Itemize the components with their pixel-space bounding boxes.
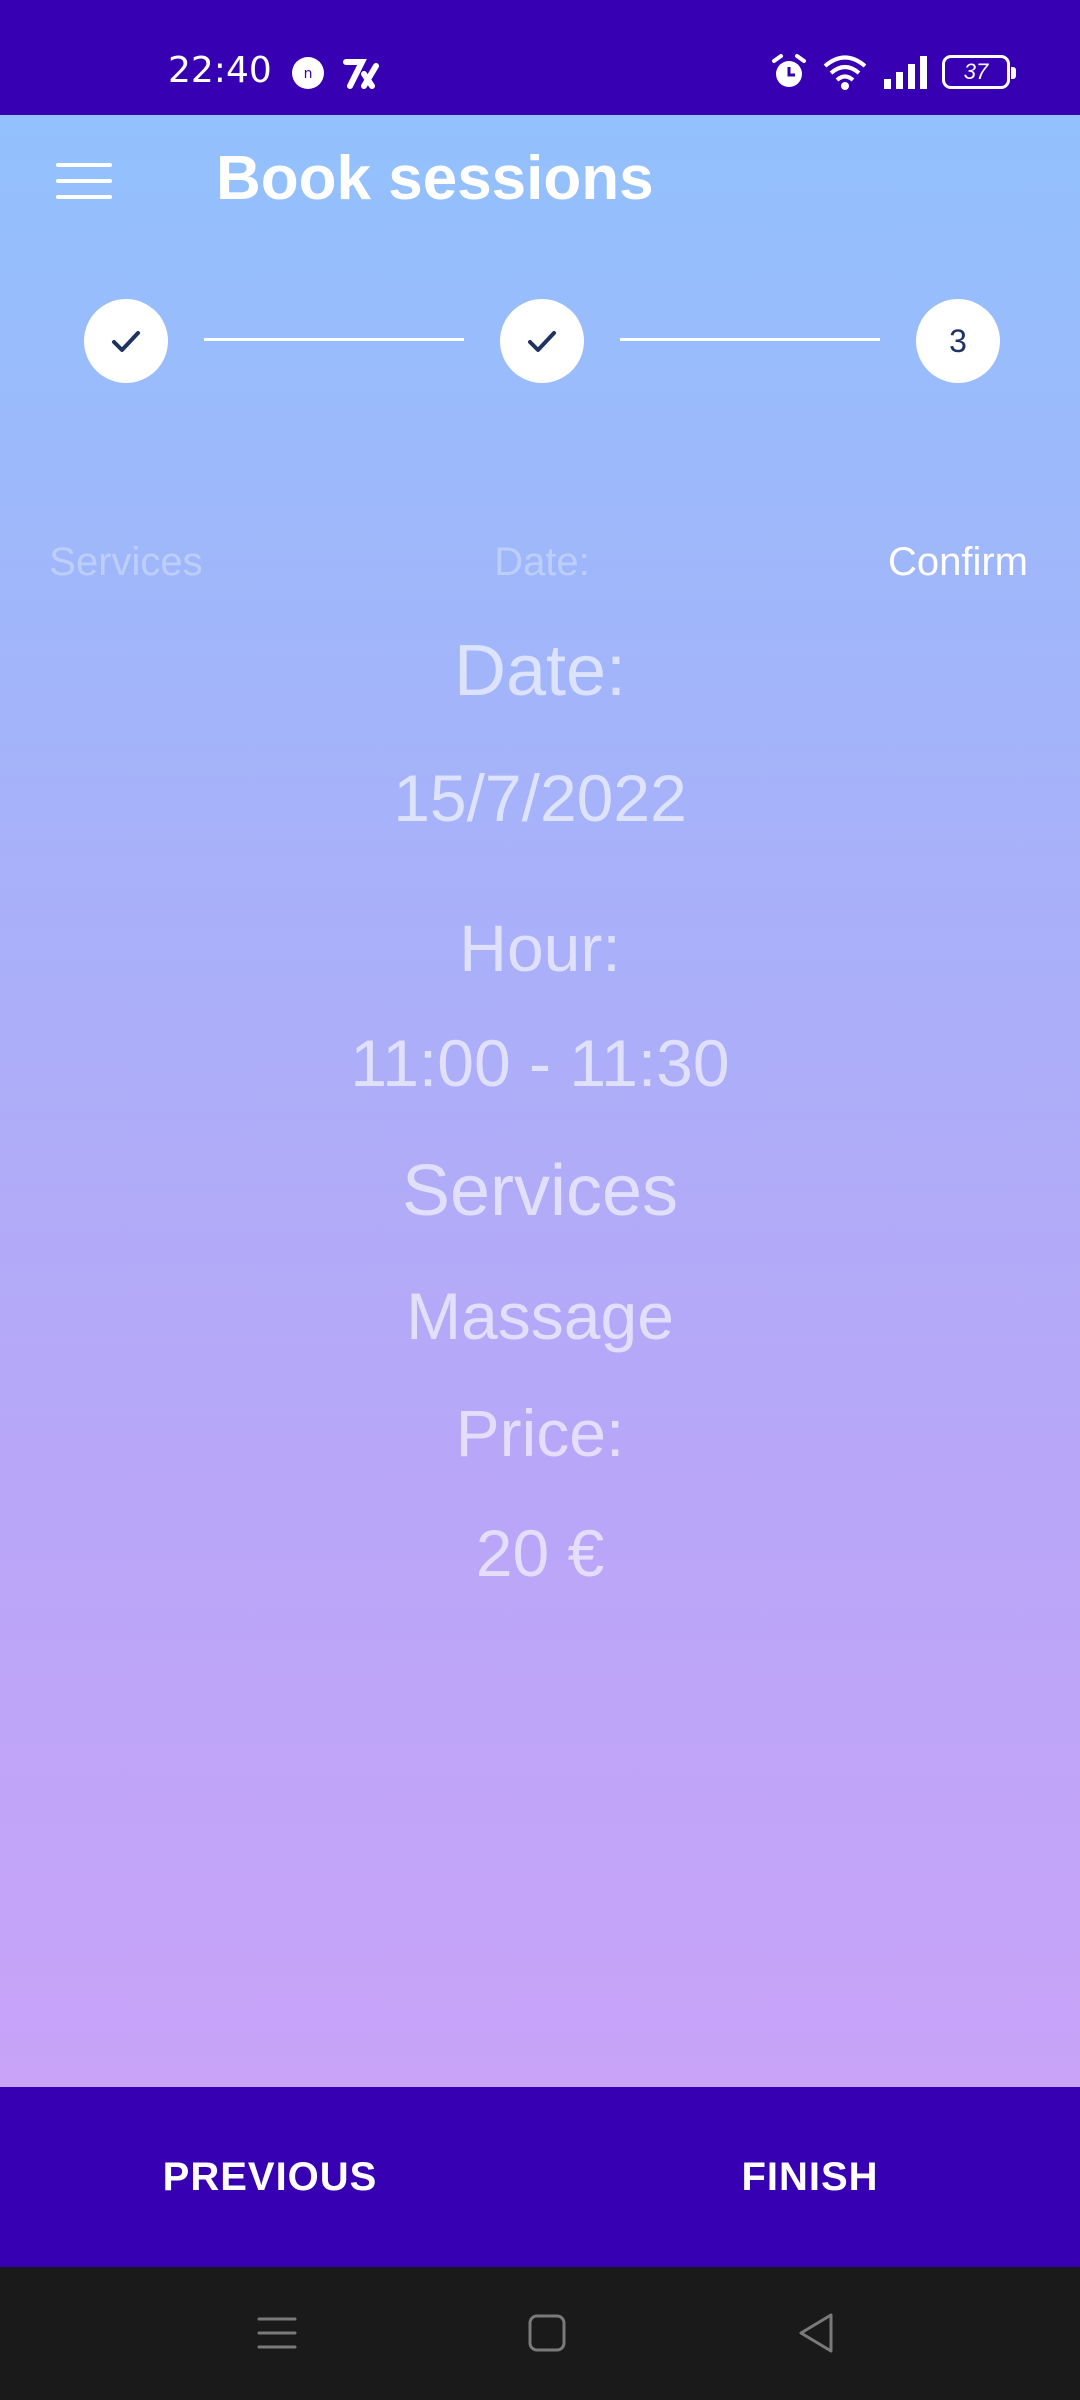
step-connector-1 (204, 338, 464, 341)
app-logo-icon (343, 59, 379, 89)
battery-icon: 37 (942, 55, 1016, 89)
wifi-icon (823, 55, 867, 90)
app-content: Book sessions 3 Services Date: Confirm D… (0, 115, 1080, 2087)
status-bar: 22:40 n 37 (0, 0, 1080, 115)
date-heading: Date: (453, 631, 627, 711)
step-1-label: Services (49, 540, 203, 584)
step-1-done-icon[interactable] (84, 299, 168, 383)
back-icon[interactable] (787, 2303, 847, 2363)
system-nav-bar (0, 2267, 1080, 2400)
signal-icon (884, 56, 927, 89)
recent-apps-icon[interactable] (247, 2303, 307, 2363)
previous-button[interactable]: PREVIOUS (0, 2087, 540, 2267)
alarm-icon (772, 54, 806, 87)
home-icon[interactable] (517, 2303, 577, 2363)
bottom-action-bar: PREVIOUS FINISH (0, 2087, 1080, 2267)
notification-n-icon: n (292, 57, 324, 89)
step-3-number[interactable]: 3 (916, 299, 1000, 383)
status-time: 22:40 (168, 50, 272, 91)
hamburger-menu-icon[interactable] (48, 153, 120, 209)
services-heading: Services (401, 1151, 679, 1231)
services-value: Massage (406, 1279, 674, 1353)
svg-text:n: n (304, 66, 313, 82)
step-2-label: Date: (494, 540, 590, 584)
hour-heading: Hour: (459, 911, 621, 985)
step-3-label: Confirm (887, 540, 1029, 584)
finish-button[interactable]: FINISH (540, 2087, 1080, 2267)
status-icons: 37 (770, 52, 1016, 92)
step-2-done-icon[interactable] (500, 299, 584, 383)
step-connector-2 (620, 338, 880, 341)
battery-level: 37 (963, 59, 989, 84)
price-heading: Price: (455, 1396, 625, 1470)
price-value: 20 € (475, 1516, 605, 1590)
hour-value: 11:00 - 11:30 (350, 1026, 730, 1100)
page-title: Book sessions (216, 144, 654, 213)
date-value: 15/7/2022 (393, 761, 687, 835)
